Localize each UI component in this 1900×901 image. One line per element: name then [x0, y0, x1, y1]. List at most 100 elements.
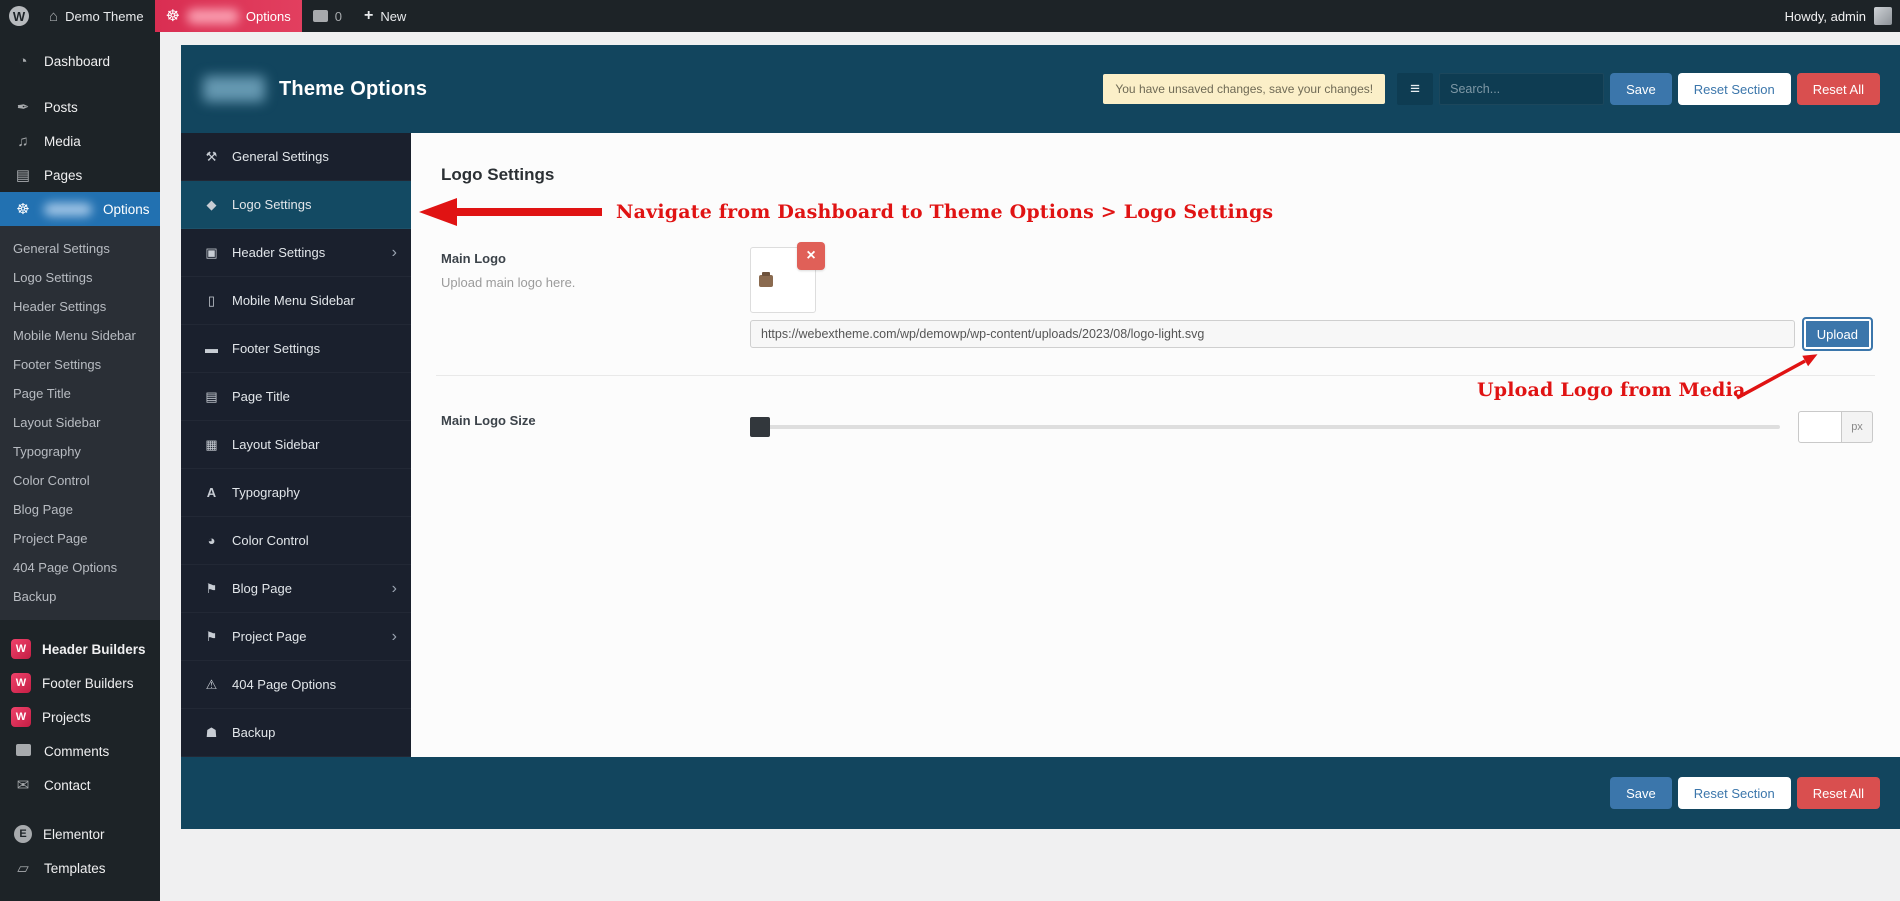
mobile-phone-icon: ▯	[203, 293, 220, 309]
panel-footer: Save Reset Section Reset All	[181, 757, 1900, 829]
red-arrow-left-icon	[419, 195, 604, 229]
submenu-item-page-title[interactable]: Page Title	[0, 379, 160, 408]
w-badge-icon: W	[11, 673, 31, 693]
logo-preview-image	[759, 275, 773, 287]
admin-bar-new[interactable]: + New	[353, 0, 417, 32]
panel-nav-blog-page[interactable]: ⚑ Blog Page ›	[181, 565, 411, 613]
sidebar-item-templates[interactable]: ▱ Templates	[0, 851, 160, 885]
admin-bar-comments[interactable]: 0	[302, 0, 353, 32]
sidebar-item-header-builders[interactable]: W Header Builders	[0, 632, 160, 666]
submenu-item-logo-settings[interactable]: Logo Settings	[0, 263, 160, 292]
sidebar-item-pages[interactable]: ▤ Pages	[0, 158, 160, 192]
submenu-item-typography[interactable]: Typography	[0, 437, 160, 466]
section-heading: Logo Settings	[441, 165, 554, 185]
panel-header: Theme Options You have unsaved changes, …	[181, 45, 1900, 133]
sidebar-item-footer-builders[interactable]: W Footer Builders	[0, 666, 160, 700]
sidebar-item-media[interactable]: ♫ Media	[0, 124, 160, 158]
chevron-right-icon: ›	[392, 580, 397, 598]
submenu-item-404-page-options[interactable]: 404 Page Options	[0, 553, 160, 582]
admin-bar: W ⌂ Demo Theme ☸ Options 0 + New Howdy, …	[0, 0, 1900, 32]
footer-bar-icon: ▬	[203, 341, 220, 356]
submenu-item-project-page[interactable]: Project Page	[0, 524, 160, 553]
warning-icon: ⚠	[203, 677, 220, 693]
submenu-item-general-settings[interactable]: General Settings	[0, 234, 160, 263]
submenu-item-layout-sidebar[interactable]: Layout Sidebar	[0, 408, 160, 437]
sidebar-item-contact[interactable]: ✉ Contact	[0, 768, 160, 802]
reset-all-button[interactable]: Reset All	[1797, 73, 1880, 105]
panel-nav-typography[interactable]: A Typography	[181, 469, 411, 517]
panel-nav-header-settings[interactable]: ▣ Header Settings ›	[181, 229, 411, 277]
sidebar-item-comments[interactable]: Comments	[0, 734, 160, 768]
panel-nav-general-settings[interactable]: ⚒ General Settings	[181, 133, 411, 181]
sidebar-item-posts[interactable]: ✒ Posts	[0, 90, 160, 124]
field-divider	[436, 375, 1875, 376]
site-name-menu[interactable]: ⌂ Demo Theme	[38, 0, 155, 32]
header-layout-icon: ▣	[203, 245, 220, 261]
reset-all-button-footer[interactable]: Reset All	[1797, 777, 1880, 809]
search-input[interactable]	[1439, 73, 1604, 105]
submenu-item-footer-settings[interactable]: Footer Settings	[0, 350, 160, 379]
panel-title: Theme Options	[279, 78, 427, 101]
reset-section-button[interactable]: Reset Section	[1678, 73, 1791, 105]
panel-nav-logo-settings[interactable]: ◆ Logo Settings	[181, 181, 411, 229]
theme-options-panel: Theme Options You have unsaved changes, …	[181, 45, 1900, 829]
collapse-sections-button[interactable]: ≡	[1397, 73, 1433, 105]
admin-bar-account[interactable]: Howdy, admin	[1785, 7, 1900, 25]
close-icon: ×	[806, 247, 815, 265]
panel-nav-404-page-options[interactable]: ⚠ 404 Page Options	[181, 661, 411, 709]
sidebar-item-projects[interactable]: W Projects	[0, 700, 160, 734]
submenu-item-header-settings[interactable]: Header Settings	[0, 292, 160, 321]
slider-handle[interactable]	[750, 417, 770, 437]
flag-icon: ⚑	[203, 581, 220, 597]
reset-section-button-footer[interactable]: Reset Section	[1678, 777, 1791, 809]
logo-size-input[interactable]	[1798, 411, 1842, 443]
annotation-navigate-text: Navigate from Dashboard to Theme Options…	[616, 201, 1273, 223]
remove-logo-button[interactable]: ×	[797, 242, 825, 270]
current-menu-pointer	[152, 200, 160, 218]
save-button[interactable]: Save	[1610, 73, 1672, 105]
panel-nav-project-page[interactable]: ⚑ Project Page ›	[181, 613, 411, 661]
submenu-item-blog-page[interactable]: Blog Page	[0, 495, 160, 524]
w-badge-icon: W	[11, 639, 31, 659]
chevron-right-icon: ›	[392, 244, 397, 262]
grid-icon: ▦	[203, 437, 220, 453]
sidebar-item-dashboard[interactable]: ◔ Dashboard	[0, 44, 160, 78]
panel-content: Logo Settings Navigate from Dashboard to…	[411, 133, 1900, 757]
panel-nav-page-title[interactable]: ▤ Page Title	[181, 373, 411, 421]
document-icon: ▤	[203, 389, 220, 405]
panel-nav-mobile-menu-sidebar[interactable]: ▯ Mobile Menu Sidebar	[181, 277, 411, 325]
dashboard-icon: ◔	[13, 53, 33, 70]
submenu-item-mobile-menu-sidebar[interactable]: Mobile Menu Sidebar	[0, 321, 160, 350]
options-submenu: General Settings Logo Settings Header Se…	[0, 226, 160, 620]
slider-track[interactable]	[750, 425, 1780, 429]
wp-admin-sidebar: ◔ Dashboard ✒ Posts ♫ Media ▤ Pages ☸ Op…	[0, 32, 160, 901]
comments-count: 0	[335, 9, 342, 24]
wordpress-menu[interactable]: W	[0, 0, 38, 32]
shield-icon: ☗	[203, 725, 220, 741]
panel-nav-backup[interactable]: ☗ Backup	[181, 709, 411, 757]
submenu-item-color-control[interactable]: Color Control	[0, 466, 160, 495]
redacted-theme-name	[44, 203, 92, 216]
comment-bubble-icon	[13, 743, 33, 760]
unsaved-changes-notice: You have unsaved changes, save your chan…	[1103, 74, 1385, 104]
redacted-theme-name	[187, 9, 239, 24]
logo-url-input[interactable]	[750, 320, 1795, 348]
site-name: Demo Theme	[65, 9, 144, 24]
logo-url-row: Upload	[750, 317, 1873, 351]
save-button-footer[interactable]: Save	[1610, 777, 1672, 809]
sidebar-item-elementor[interactable]: E Elementor	[0, 817, 160, 851]
sidebar-item-options[interactable]: ☸ Options	[0, 192, 160, 226]
logo-size-slider[interactable]	[750, 417, 1780, 437]
pushpin-icon: ✒	[13, 98, 33, 116]
chevron-right-icon: ›	[392, 628, 397, 646]
panel-nav: ⚒ General Settings ◆ Logo Settings ▣ Hea…	[181, 133, 411, 757]
home-icon: ⌂	[49, 8, 58, 25]
submenu-item-backup[interactable]: Backup	[0, 582, 160, 611]
plus-icon: +	[364, 7, 373, 25]
panel-nav-footer-settings[interactable]: ▬ Footer Settings	[181, 325, 411, 373]
gear-icon: ☸	[13, 200, 33, 218]
panel-nav-color-control[interactable]: ◕ Color Control	[181, 517, 411, 565]
palette-icon: ◕	[203, 533, 220, 548]
admin-bar-theme-options[interactable]: ☸ Options	[155, 0, 302, 32]
panel-nav-layout-sidebar[interactable]: ▦ Layout Sidebar	[181, 421, 411, 469]
